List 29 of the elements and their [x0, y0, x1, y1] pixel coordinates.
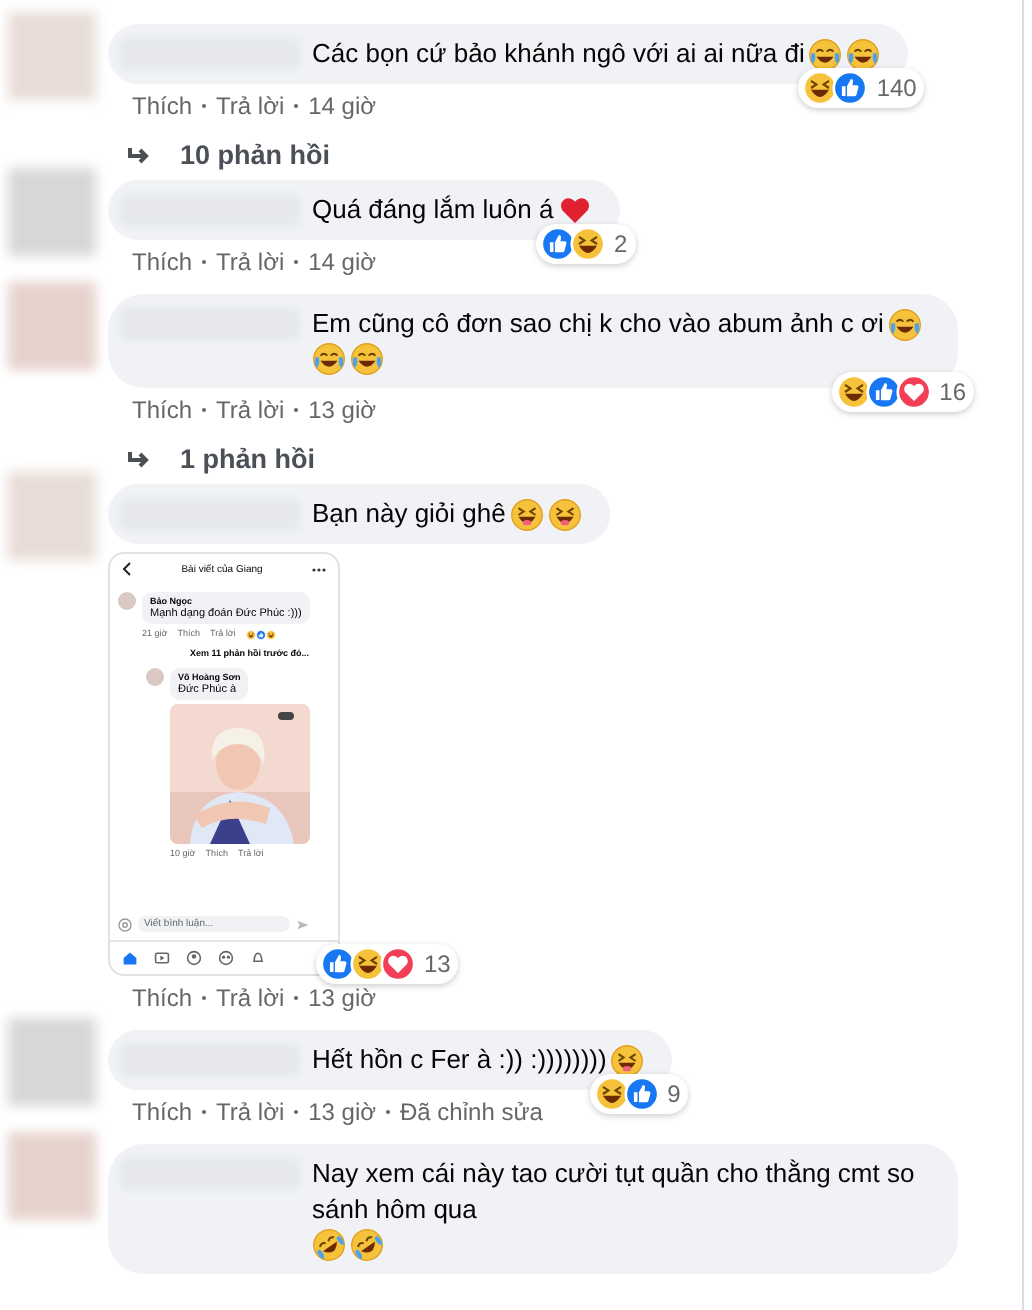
reply-link[interactable]: Trả lời — [216, 396, 285, 424]
reply-link[interactable]: Trả lời — [216, 92, 285, 120]
comment-text: Hết hồn c Fer à :)) :)))))))) — [312, 1042, 607, 1078]
replies-link[interactable]: 10 phản hồi — [128, 140, 331, 170]
reply-link[interactable]: Trả lời — [216, 248, 285, 276]
edited-label: Đã chỉnh sửa — [400, 1098, 543, 1126]
timestamp: 14 giờ — [308, 92, 376, 120]
like-link[interactable]: Thích — [132, 396, 193, 424]
reply-link[interactable]: Trả lời — [216, 1098, 285, 1126]
like-link[interactable]: Thích — [132, 248, 193, 276]
reaction-count[interactable]: 16 — [831, 372, 974, 412]
comment-text: Quá đáng lắm luôn á — [312, 192, 554, 228]
comment-text: Các bọn cứ bảo khánh ngô với ai ai nữa đi — [312, 36, 805, 72]
reaction-count[interactable]: 140 — [798, 68, 925, 108]
reaction-count[interactable]: 13 — [316, 944, 459, 984]
reply-link[interactable]: Trả lời — [216, 984, 285, 1012]
timestamp: 13 giờ — [308, 984, 376, 1012]
comment-text: Em cũng cô đơn sao chị k cho vào abum ảnh c ơi — [312, 306, 884, 342]
timestamp: 13 giờ — [308, 1098, 376, 1126]
like-link[interactable]: Thích — [132, 92, 193, 120]
reaction-count[interactable]: 2 — [536, 224, 636, 264]
comment-text: Bạn này giỏi ghê — [312, 496, 506, 532]
like-link[interactable]: Thích — [132, 984, 193, 1012]
replies-link[interactable]: 1 phản hồi — [128, 444, 315, 474]
reaction-count[interactable]: 9 — [589, 1074, 689, 1114]
comment-text: Nay xem cái này tao cười tụt quần cho thằng cmt so sánh hôm qua — [312, 1156, 917, 1228]
timestamp: 14 giờ — [308, 248, 376, 276]
like-link[interactable]: Thích — [132, 1098, 193, 1126]
timestamp: 13 giờ — [308, 396, 376, 424]
